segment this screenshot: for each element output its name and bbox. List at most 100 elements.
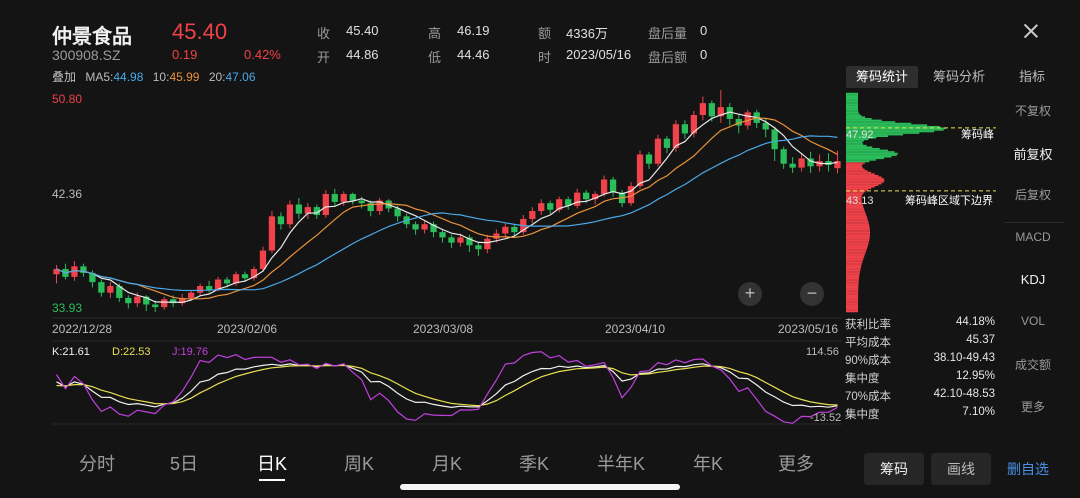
chip-bar xyxy=(846,181,884,183)
date-tick-4: 2023/05/16 xyxy=(778,322,838,336)
stat-value: 44.18% xyxy=(955,316,995,328)
chip-bar xyxy=(846,310,859,313)
chip-bar xyxy=(846,250,866,253)
side-item-backward-adjust[interactable]: 后复权 xyxy=(998,186,1068,203)
chip-bar xyxy=(846,226,870,229)
chip-bar xyxy=(846,298,859,300)
chip-bar xyxy=(846,277,860,280)
candle-body xyxy=(681,124,689,134)
side-item-more[interactable]: 更多 xyxy=(998,398,1068,415)
candle-body xyxy=(484,238,491,250)
chip-bar xyxy=(846,285,859,288)
date-tick-0: 2022/12/28 xyxy=(52,322,112,336)
stat-label: 获利比率 xyxy=(845,319,891,331)
chip-bar xyxy=(846,141,863,144)
side-item-macd[interactable]: MACD xyxy=(998,230,1068,244)
candle-body xyxy=(134,296,141,304)
chip-bar xyxy=(846,151,895,153)
candle-body xyxy=(439,232,446,238)
stat-value: 38.10-49.43 xyxy=(933,352,995,364)
stat-value: 12.95% xyxy=(955,370,995,382)
chip-bar xyxy=(846,125,940,128)
candle-body xyxy=(152,304,159,308)
tab-5day[interactable]: 5日 xyxy=(149,450,219,476)
chip-bar xyxy=(846,272,860,275)
tab-more[interactable]: 更多 xyxy=(761,450,831,476)
chip-bar xyxy=(846,106,859,109)
chip-bar xyxy=(846,165,862,168)
candle-body xyxy=(107,286,114,293)
tab-monthly-k[interactable]: 月K xyxy=(412,450,482,476)
chip-bar xyxy=(846,182,882,185)
remove-watchlist-button[interactable]: 删自选 xyxy=(998,453,1058,485)
chip-bar xyxy=(846,113,860,115)
stat-label: 集中度 xyxy=(845,373,880,385)
tab-quarterly-k[interactable]: 季K xyxy=(499,450,569,476)
chip-bar xyxy=(846,105,859,107)
chip-bar xyxy=(846,121,896,123)
chip-bar xyxy=(846,260,863,262)
chip-peak-label: 筹码峰 xyxy=(961,127,994,141)
chip-bar xyxy=(846,170,868,172)
chip-bar xyxy=(846,99,858,101)
chip-bar xyxy=(846,192,864,194)
candle-body xyxy=(188,292,195,298)
chip-bar xyxy=(846,166,863,169)
candle-body xyxy=(223,279,231,284)
chip-bar xyxy=(846,95,858,98)
chip-bar xyxy=(846,231,870,234)
side-item-no-adjust[interactable]: 不复权 xyxy=(998,102,1068,119)
tab-chip-analysis[interactable]: 筹码分析 xyxy=(925,66,993,88)
side-item-vol[interactable]: VOL xyxy=(998,314,1068,328)
candle-body xyxy=(268,216,276,251)
period-tabs: 分时 5日 日K 周K 月K 季K 半年K 年K 更多 xyxy=(0,450,840,481)
stat-label: 70%成本 xyxy=(845,391,892,403)
chip-bar xyxy=(846,114,862,117)
chip-bar xyxy=(846,222,869,224)
chip-bar xyxy=(846,178,884,180)
chip-low-value: 43.13 xyxy=(846,195,874,207)
side-item-kdj[interactable]: KDJ xyxy=(998,272,1068,287)
candle-body xyxy=(205,286,213,291)
zoom-in-button[interactable]: + xyxy=(738,282,762,306)
chip-bar xyxy=(846,100,859,103)
chip-bar xyxy=(846,307,859,310)
stat-row: 70%成本 42.10-48.53 xyxy=(845,388,995,406)
chip-bar xyxy=(846,185,875,188)
tab-daily-k[interactable]: 日K xyxy=(237,450,307,476)
candle-body xyxy=(708,103,715,117)
chip-bar xyxy=(846,271,860,273)
chip-bar xyxy=(846,269,861,272)
candle-body xyxy=(340,193,347,202)
tab-intraday[interactable]: 分时 xyxy=(62,450,132,476)
tab-chip-stat[interactable]: 筹码统计 xyxy=(846,66,918,88)
date-tick-1: 2023/02/06 xyxy=(217,322,277,336)
ma20-line xyxy=(56,135,838,292)
stat-label: 平均成本 xyxy=(845,337,891,349)
chip-bar xyxy=(846,184,879,186)
candle-body xyxy=(663,138,671,148)
draw-line-button[interactable]: 画线 xyxy=(931,453,991,485)
zoom-out-button[interactable]: − xyxy=(800,282,824,306)
chip-bar xyxy=(846,118,872,120)
tab-weekly-k[interactable]: 周K xyxy=(324,450,394,476)
chip-bar xyxy=(846,212,866,215)
candle-body xyxy=(457,237,464,243)
chip-button[interactable]: 筹码 xyxy=(864,453,924,485)
chip-bar xyxy=(846,263,862,265)
tab-halfyear-k[interactable]: 半年K xyxy=(586,450,656,476)
tab-yearly-k[interactable]: 年K xyxy=(673,450,743,476)
chip-bar xyxy=(846,179,885,182)
candle-body xyxy=(412,224,419,230)
tab-indicator[interactable]: 指标 xyxy=(1010,66,1054,88)
side-item-turnover[interactable]: 成交额 xyxy=(998,356,1068,373)
chip-bar xyxy=(846,103,859,106)
chip-bar xyxy=(846,301,859,303)
chip-bar xyxy=(846,258,864,261)
chip-bar xyxy=(846,309,859,311)
stat-label: 90%成本 xyxy=(845,355,892,367)
candle-body xyxy=(475,245,482,250)
side-item-forward-adjust[interactable]: 前复权 xyxy=(998,144,1068,163)
chip-bar xyxy=(846,154,897,156)
stat-row: 集中度 7.10% xyxy=(845,406,995,424)
